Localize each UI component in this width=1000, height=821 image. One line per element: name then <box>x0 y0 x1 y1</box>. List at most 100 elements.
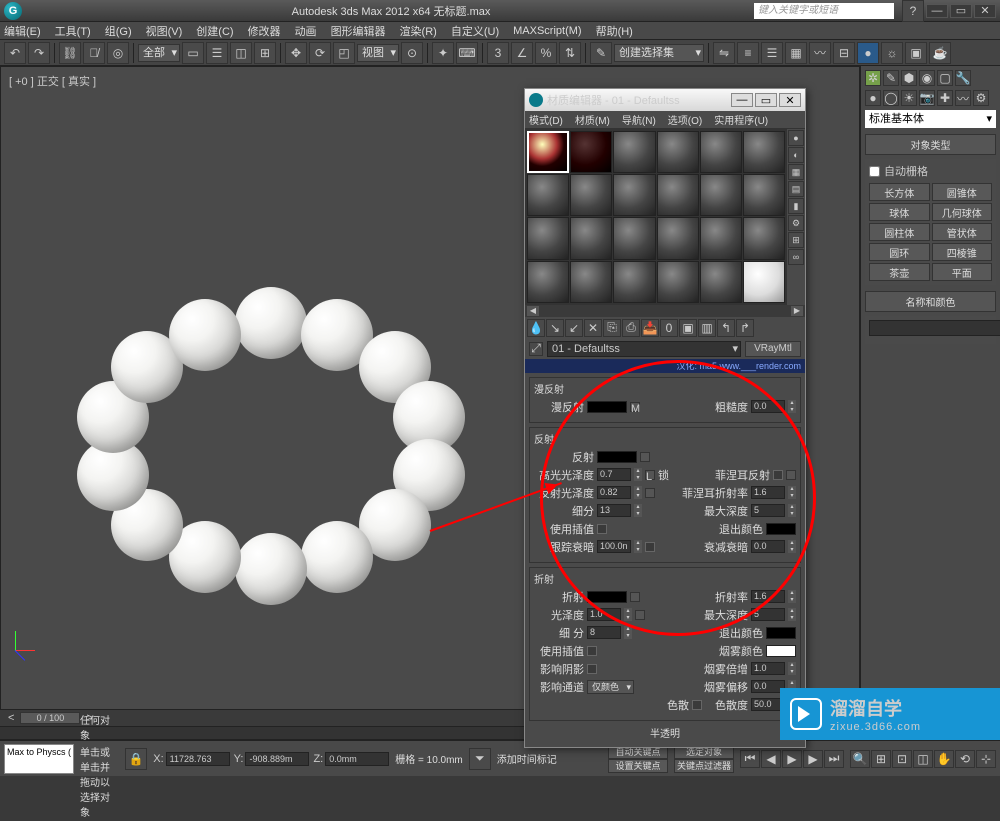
rollout-namecolor-header[interactable]: 名称和颜色 <box>865 291 996 312</box>
mated-min-button[interactable]: — <box>731 93 753 107</box>
material-slot[interactable] <box>743 131 785 173</box>
z-input[interactable]: 0.0mm <box>325 752 389 766</box>
fresior-spinner[interactable]: 1.6 <box>751 486 785 499</box>
gofwd-icon[interactable]: ↱ <box>736 319 754 337</box>
hilight-lock-button[interactable]: L <box>645 470 655 480</box>
material-slot[interactable] <box>743 261 785 303</box>
undo-icon[interactable]: ↶ <box>4 42 26 64</box>
helpers-icon[interactable]: ✚ <box>937 90 953 106</box>
mated-menu-options[interactable]: 选项(O) <box>668 112 702 127</box>
align-icon[interactable]: ≡ <box>737 42 759 64</box>
assign-icon[interactable]: ↙ <box>565 319 583 337</box>
material-slot[interactable] <box>743 174 785 216</box>
redo-icon[interactable]: ↷ <box>28 42 50 64</box>
mated-close-button[interactable]: ✕ <box>779 93 801 107</box>
material-type-button[interactable]: VRayMtl <box>745 341 801 357</box>
reflect-color-swatch[interactable] <box>597 451 637 463</box>
material-slot[interactable] <box>657 217 699 259</box>
exitcolor-swatch[interactable] <box>766 523 796 535</box>
geosphere-button[interactable]: 几何球体 <box>932 203 993 221</box>
zoomall-icon[interactable]: ⊞ <box>871 750 891 768</box>
material-slot[interactable] <box>700 261 742 303</box>
getmat-icon[interactable]: 💧 <box>527 319 545 337</box>
showmap-icon[interactable]: ▣ <box>679 319 697 337</box>
rotate-icon[interactable]: ⟳ <box>309 42 331 64</box>
menu-views[interactable]: 视图(V) <box>146 23 183 39</box>
spacewarps-icon[interactable]: 〰 <box>955 90 971 106</box>
material-slot[interactable] <box>657 174 699 216</box>
keymode-icon[interactable]: ⌨ <box>456 42 478 64</box>
sampleuv-icon[interactable]: ▤ <box>788 181 804 197</box>
rexit-swatch[interactable] <box>766 627 796 639</box>
play-icon[interactable]: ▶ <box>782 750 802 768</box>
gopar-icon[interactable]: ↰ <box>717 319 735 337</box>
rglossy2-spinner[interactable]: 1.0 <box>587 608 621 621</box>
shadows-checkbox[interactable] <box>587 664 597 674</box>
prevframe-icon[interactable]: ◀ <box>761 750 781 768</box>
x-input[interactable]: 11728.763 <box>166 752 230 766</box>
mirror-icon[interactable]: ⇋ <box>713 42 735 64</box>
material-slot[interactable] <box>613 174 655 216</box>
snap-icon[interactable]: 3 <box>487 42 509 64</box>
nextframe-icon[interactable]: ▶ <box>803 750 823 768</box>
close-button[interactable]: ✕ <box>974 4 996 18</box>
bind-icon[interactable]: ◎ <box>107 42 129 64</box>
material-slot[interactable] <box>700 174 742 216</box>
dimdist-checkbox[interactable] <box>645 542 655 552</box>
select-name-icon[interactable]: ☰ <box>206 42 228 64</box>
orbit-icon[interactable]: ⟲ <box>955 750 975 768</box>
shapes-icon[interactable]: ◯ <box>883 90 899 106</box>
box-button[interactable]: 长方体 <box>869 183 930 201</box>
puttolib-icon[interactable]: 📥 <box>641 319 659 337</box>
geometry-icon[interactable]: ● <box>865 90 881 106</box>
plane-button[interactable]: 平面 <box>932 263 993 281</box>
material-slot[interactable] <box>527 261 569 303</box>
ior-spinner[interactable]: 1.6 <box>751 590 785 603</box>
fov-icon[interactable]: ◫ <box>913 750 933 768</box>
unlink-icon[interactable]: ⛓̸ <box>83 42 105 64</box>
material-slot[interactable] <box>657 131 699 173</box>
options-icon[interactable]: ⚙ <box>788 215 804 231</box>
menu-tools[interactable]: 工具(T) <box>55 23 91 39</box>
makeunique-icon[interactable]: ⎙ <box>622 319 640 337</box>
material-slot[interactable] <box>700 217 742 259</box>
material-slot[interactable] <box>527 174 569 216</box>
refcoord-dropdown[interactable]: 视图 <box>357 44 399 62</box>
matid-0-icon[interactable]: 0 <box>660 319 678 337</box>
create-tab-icon[interactable]: ✲ <box>865 70 881 86</box>
mated-icon[interactable]: ● <box>857 42 879 64</box>
spinnersnap-icon[interactable]: ⇅ <box>559 42 581 64</box>
menu-rendering[interactable]: 渲染(R) <box>400 23 437 39</box>
help-search-input[interactable]: 键入关键字或短语 <box>754 3 894 19</box>
modify-tab-icon[interactable]: ✎ <box>883 70 899 86</box>
spinner-arrows-icon[interactable]: ▴▾ <box>788 400 796 413</box>
time-handle[interactable]: 0 / 100 <box>20 712 80 724</box>
material-slot[interactable] <box>700 131 742 173</box>
mated-menu-util[interactable]: 实用程序(U) <box>714 112 768 127</box>
move-icon[interactable]: ✥ <box>285 42 307 64</box>
maxview-icon[interactable]: ⊹ <box>976 750 996 768</box>
menu-grapheditors[interactable]: 图形编辑器 <box>331 23 386 39</box>
fogmult-spinner[interactable]: 1.0 <box>751 662 785 675</box>
menu-modifiers[interactable]: 修改器 <box>248 23 281 39</box>
display-tab-icon[interactable]: ▢ <box>937 70 953 86</box>
material-slot[interactable] <box>570 174 612 216</box>
material-slot[interactable] <box>527 131 569 173</box>
reflect-map-button[interactable] <box>640 452 650 462</box>
material-slot[interactable] <box>570 131 612 173</box>
dimdist-spinner[interactable]: 100.0n <box>597 540 631 553</box>
hilight-spinner[interactable]: 0.7 <box>597 468 631 481</box>
editselset-icon[interactable]: ✎ <box>590 42 612 64</box>
mated-titlebar[interactable]: 材质编辑器 - 01 - Defaultss — ▭ ✕ <box>525 89 805 111</box>
material-slot[interactable] <box>743 217 785 259</box>
graphite-icon[interactable]: ▦ <box>785 42 807 64</box>
material-name-dropdown[interactable]: 01 - Defaultss <box>547 341 741 357</box>
lock-selection-icon[interactable]: 🔒 <box>125 748 147 770</box>
viewport-label[interactable]: [ +0 ] 正交 [ 真实 ] <box>9 73 96 89</box>
selection-filter-dropdown[interactable]: 全部 <box>138 44 180 62</box>
cameras-icon[interactable]: 📷 <box>919 90 935 106</box>
menu-customize[interactable]: 自定义(U) <box>451 23 499 39</box>
y-input[interactable]: -908.889m <box>245 752 309 766</box>
mated-hscroll[interactable]: ◀▶ <box>525 305 805 317</box>
mated-menu-nav[interactable]: 导航(N) <box>622 112 656 127</box>
